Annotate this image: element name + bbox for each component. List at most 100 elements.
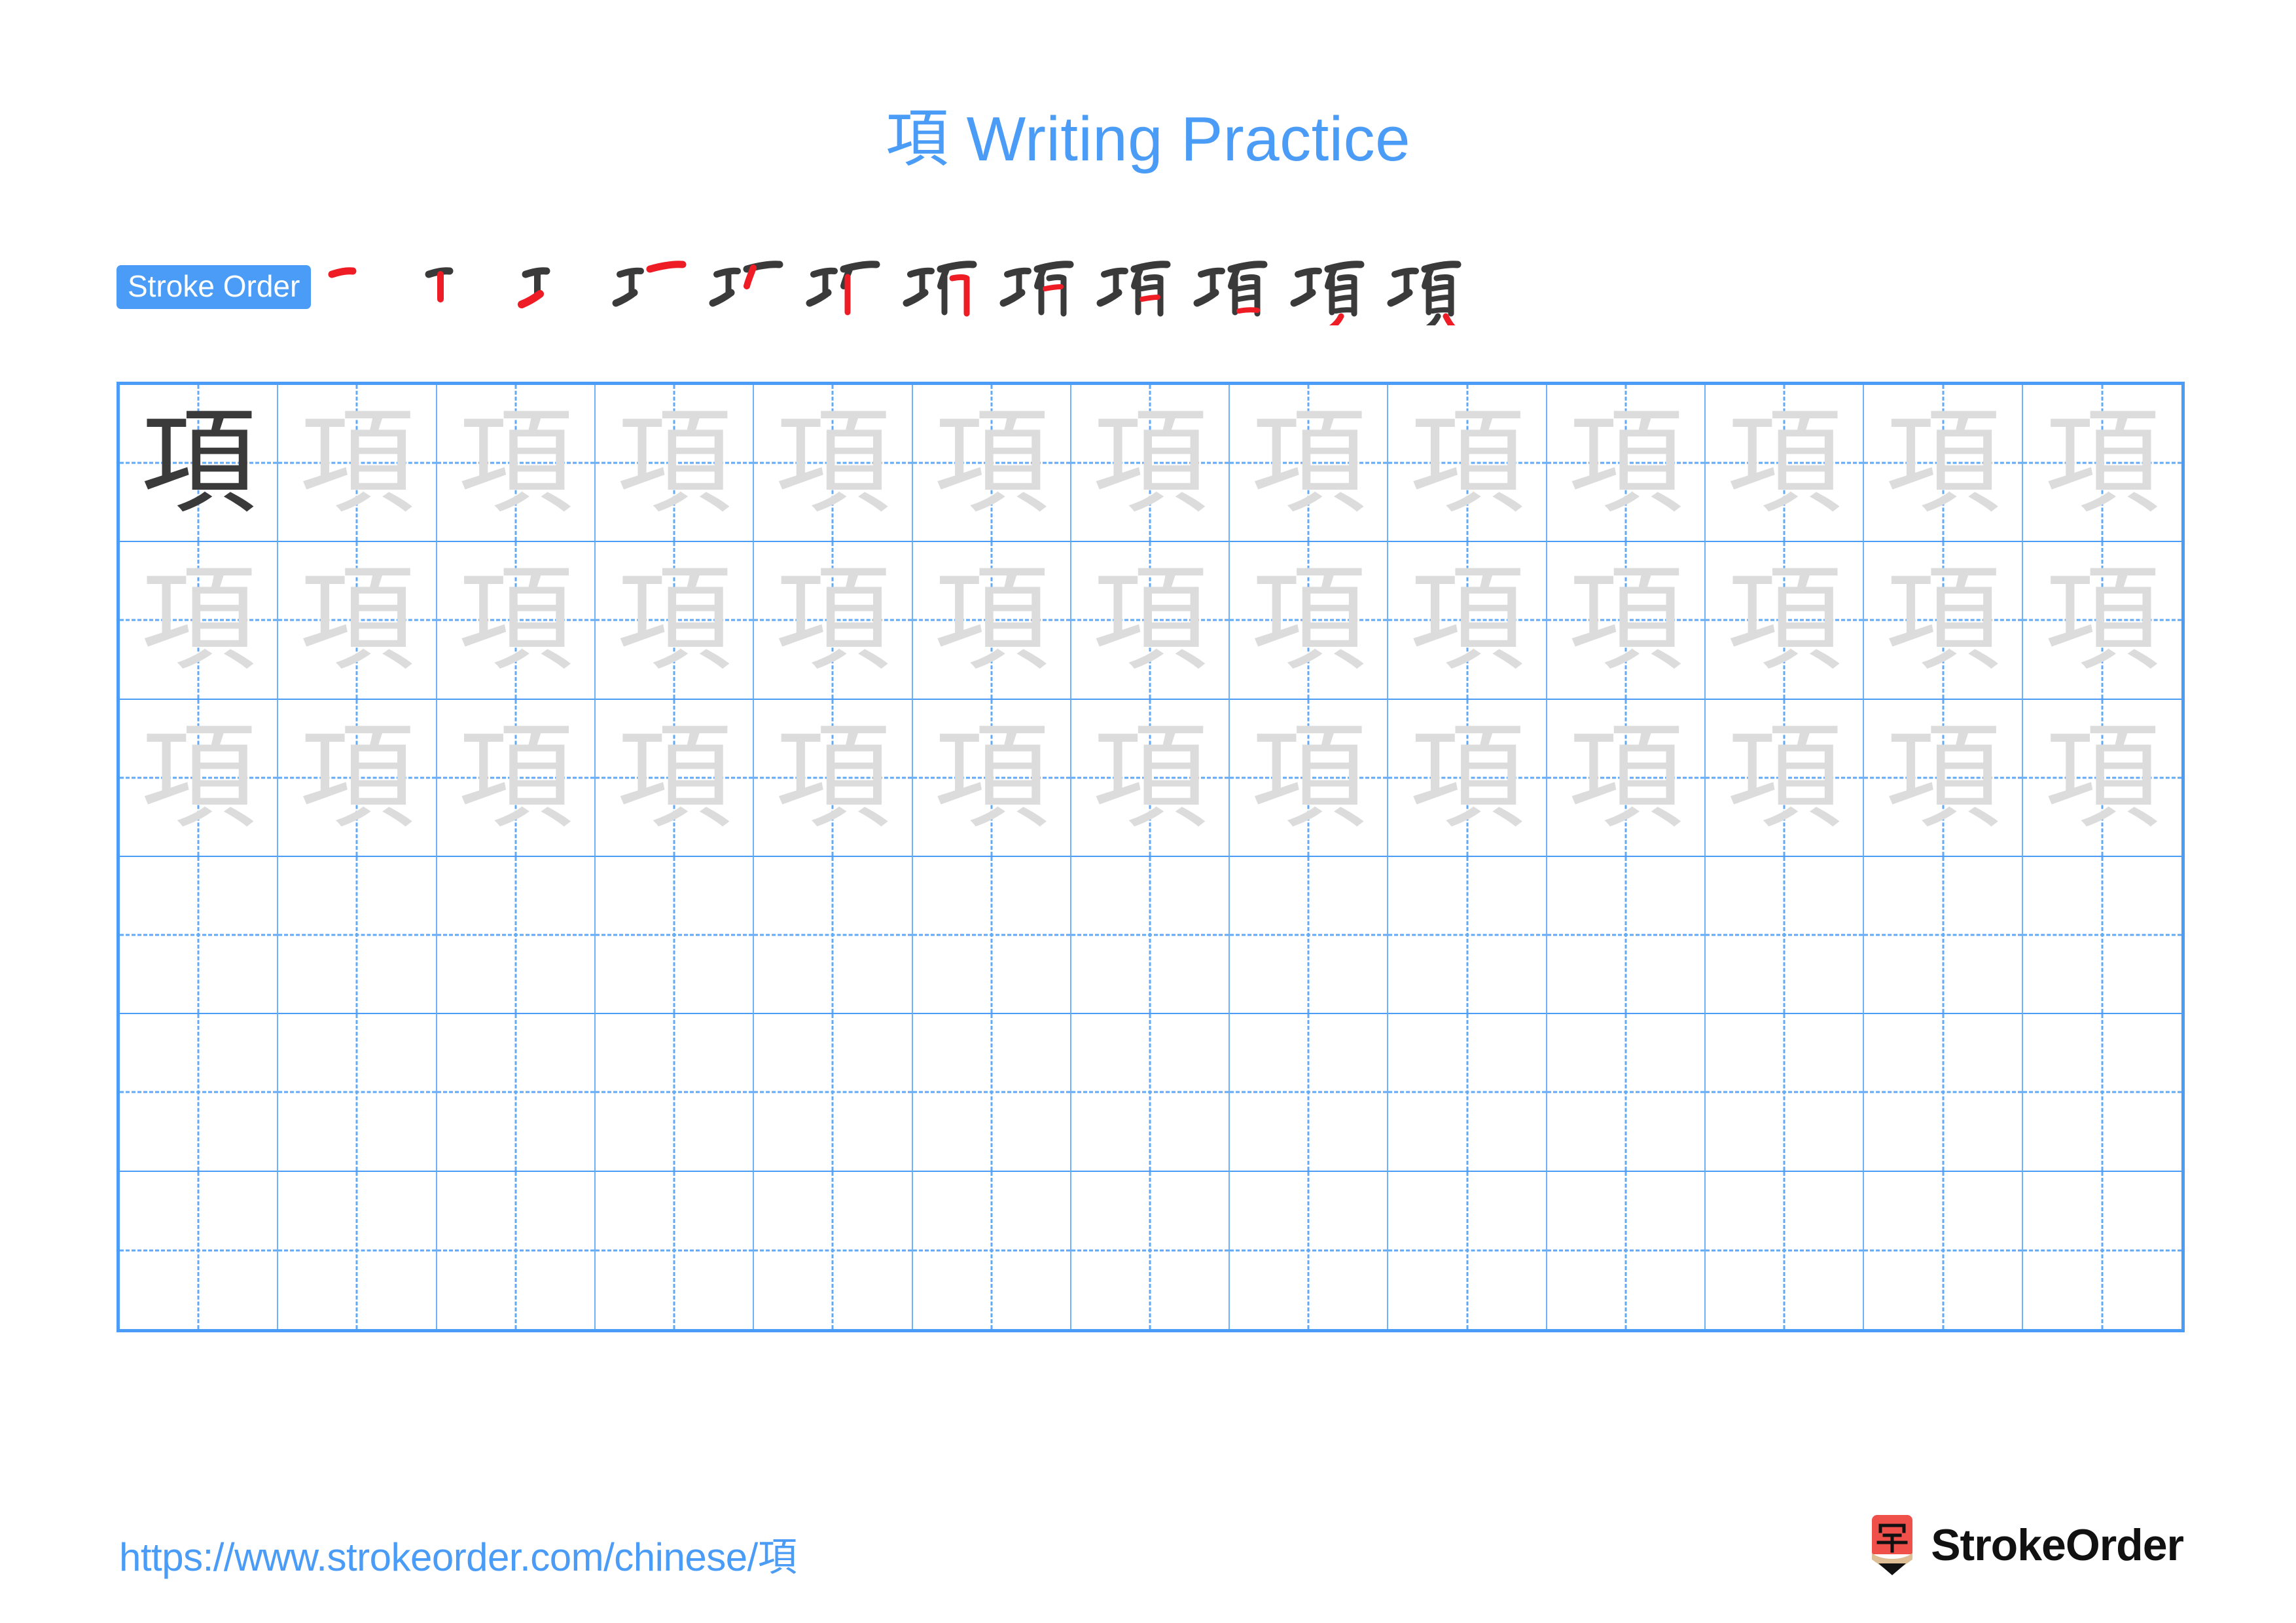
practice-cell[interactable] [1388, 856, 1547, 1015]
practice-cell[interactable] [120, 1171, 279, 1329]
trace-character: 項 [933, 553, 1049, 687]
practice-cell[interactable]: 項 [1071, 699, 1230, 857]
practice-cell[interactable]: 項 [1230, 542, 1389, 700]
practice-cell[interactable]: 項 [1230, 699, 1389, 857]
practice-cell[interactable]: 項 [437, 385, 596, 543]
practice-cell[interactable] [1388, 1171, 1547, 1329]
practice-cell[interactable]: 項 [278, 385, 437, 543]
trace-character: 項 [1568, 395, 1683, 530]
practice-cell[interactable] [754, 1171, 913, 1329]
practice-cell[interactable] [754, 856, 913, 1015]
practice-cell[interactable] [278, 1014, 437, 1172]
practice-cell[interactable] [1230, 1171, 1389, 1329]
practice-cell[interactable] [1547, 856, 1706, 1015]
practice-cell[interactable] [913, 1171, 1071, 1329]
practice-cell[interactable] [278, 856, 437, 1015]
trace-character: 項 [457, 395, 573, 530]
practice-cell[interactable]: 項 [1706, 542, 1865, 700]
practice-cell[interactable]: 項 [912, 385, 1071, 543]
practice-cell[interactable]: 項 [2022, 385, 2181, 543]
trace-character: 項 [1251, 710, 1367, 845]
practice-cell[interactable]: 項 [2022, 700, 2181, 857]
practice-cell[interactable] [1864, 1171, 2023, 1329]
practice-cell[interactable] [912, 856, 1071, 1015]
practice-cell[interactable]: 項 [754, 699, 913, 857]
trace-character: 項 [775, 553, 891, 687]
practice-cell[interactable] [2022, 1014, 2181, 1172]
practice-cell[interactable] [120, 856, 279, 1015]
practice-cell[interactable] [1071, 1014, 1230, 1172]
trace-character: 項 [1568, 710, 1683, 845]
stroke-step-10 [1192, 248, 1289, 325]
practice-cell[interactable] [595, 856, 755, 1015]
practice-cell[interactable]: 項 [1706, 385, 1865, 543]
practice-cell[interactable]: 項 [595, 385, 755, 543]
practice-cell[interactable] [1547, 1014, 1706, 1172]
practice-cell[interactable]: 項 [120, 542, 279, 700]
practice-cell[interactable]: 項 [1864, 542, 2023, 700]
practice-cell[interactable] [1388, 1014, 1547, 1172]
practice-cell[interactable] [278, 1171, 437, 1329]
brand-name: StrokeOrder [1931, 1520, 2184, 1570]
practice-cell[interactable] [1547, 1171, 1706, 1329]
practice-cell[interactable] [912, 1014, 1071, 1172]
practice-cell[interactable]: 項 [1706, 699, 1865, 857]
practice-cell[interactable]: 項 [1388, 385, 1547, 543]
practice-cell[interactable]: 項 [278, 542, 437, 700]
practice-cell[interactable]: 項 [754, 385, 913, 543]
practice-cell[interactable] [120, 1014, 279, 1172]
practice-cell[interactable]: 項 [120, 699, 279, 857]
practice-cell[interactable]: 項 [1864, 385, 2023, 543]
practice-cell[interactable]: 項 [1071, 385, 1230, 543]
stroke-step-8 [998, 248, 1095, 325]
practice-cell[interactable]: 項 [912, 699, 1071, 857]
practice-cell[interactable] [1230, 856, 1389, 1015]
practice-cell[interactable]: 項 [437, 542, 596, 700]
trace-character: 項 [1727, 710, 1842, 845]
practice-cell[interactable]: 項 [912, 542, 1071, 700]
practice-cell[interactable] [1864, 856, 2023, 1015]
practice-cell[interactable]: 項 [1547, 385, 1706, 543]
practice-cell[interactable]: 項 [754, 542, 913, 700]
practice-cell[interactable] [595, 1014, 755, 1172]
practice-cell[interactable] [1864, 1014, 2023, 1172]
practice-cell[interactable] [754, 1014, 913, 1172]
practice-cell[interactable] [2022, 857, 2181, 1015]
practice-cell[interactable] [1071, 1171, 1230, 1329]
practice-cell[interactable]: 項 [2022, 542, 2181, 700]
trace-character: 項 [1727, 553, 1842, 687]
trace-character: 項 [933, 710, 1049, 845]
practice-cell[interactable]: 項 [595, 542, 755, 700]
practice-cell[interactable] [1071, 856, 1230, 1015]
practice-cell[interactable] [1706, 1171, 1865, 1329]
trace-character: 項 [2044, 710, 2160, 845]
practice-cell[interactable] [437, 1171, 596, 1329]
practice-cell[interactable]: 項 [437, 699, 596, 857]
practice-cell[interactable] [1230, 1014, 1389, 1172]
practice-cell[interactable]: 項 [120, 385, 279, 543]
practice-cell[interactable]: 項 [1071, 542, 1230, 700]
practice-cell[interactable] [596, 1171, 755, 1329]
stroke-step-3 [514, 248, 611, 325]
footer-url[interactable]: https://www.strokeorder.com/chinese/項 [119, 1525, 797, 1582]
practice-cell[interactable]: 項 [1547, 542, 1706, 700]
trace-character: 項 [1885, 553, 2001, 687]
practice-cell[interactable]: 項 [278, 699, 437, 857]
practice-cell[interactable]: 項 [595, 699, 755, 857]
trace-character: 項 [1092, 553, 1208, 687]
practice-cell[interactable] [437, 856, 596, 1015]
practice-cell[interactable]: 項 [1230, 385, 1389, 543]
stroke-step-4 [611, 248, 708, 325]
trace-character: 項 [617, 553, 732, 687]
practice-cell[interactable] [437, 1014, 596, 1172]
practice-cell[interactable]: 項 [1388, 699, 1547, 857]
practice-cell[interactable] [1706, 1014, 1865, 1172]
trace-character: 項 [299, 395, 415, 530]
practice-cell[interactable] [1706, 856, 1865, 1015]
practice-cell[interactable]: 項 [1388, 542, 1547, 700]
stroke-step-2 [417, 248, 514, 325]
pencil-logo-icon [1872, 1515, 1913, 1575]
practice-cell[interactable]: 項 [1547, 699, 1706, 857]
practice-cell[interactable]: 項 [1864, 699, 2023, 857]
practice-cell[interactable] [2023, 1172, 2181, 1329]
